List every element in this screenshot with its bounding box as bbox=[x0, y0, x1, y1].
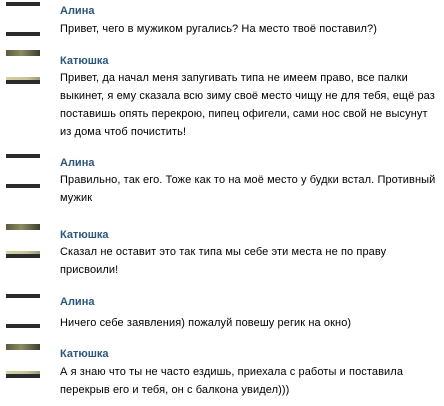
message-text: Привет, чего в мужиком ругались? На мест… bbox=[60, 23, 378, 35]
message-author[interactable]: Алина bbox=[60, 5, 94, 17]
message-text: Сказал не оставит это так типа мы себе э… bbox=[60, 246, 387, 276]
message-author[interactable]: Катюшка bbox=[60, 55, 109, 67]
avatar[interactable] bbox=[6, 2, 40, 36]
avatar[interactable] bbox=[6, 154, 40, 188]
avatar[interactable] bbox=[6, 50, 40, 84]
avatar[interactable] bbox=[6, 344, 40, 378]
message-author[interactable]: Алина bbox=[60, 157, 94, 169]
message-text: А я знаю что ты не часто ездишь, приехал… bbox=[60, 366, 404, 396]
message-author[interactable]: Алина bbox=[60, 296, 94, 308]
message-author[interactable]: Катюшка bbox=[60, 229, 109, 241]
message-text: Правильно, так его. Тоже как то на моё м… bbox=[60, 174, 436, 204]
message-text: Ничего себе заявления) пожалуй повешу ре… bbox=[60, 317, 352, 329]
message-text: Привет, да начал меня запугивать типа не… bbox=[60, 72, 435, 138]
avatar[interactable] bbox=[6, 294, 40, 328]
avatar[interactable] bbox=[6, 224, 40, 258]
message-author[interactable]: Катюшка bbox=[60, 348, 109, 360]
